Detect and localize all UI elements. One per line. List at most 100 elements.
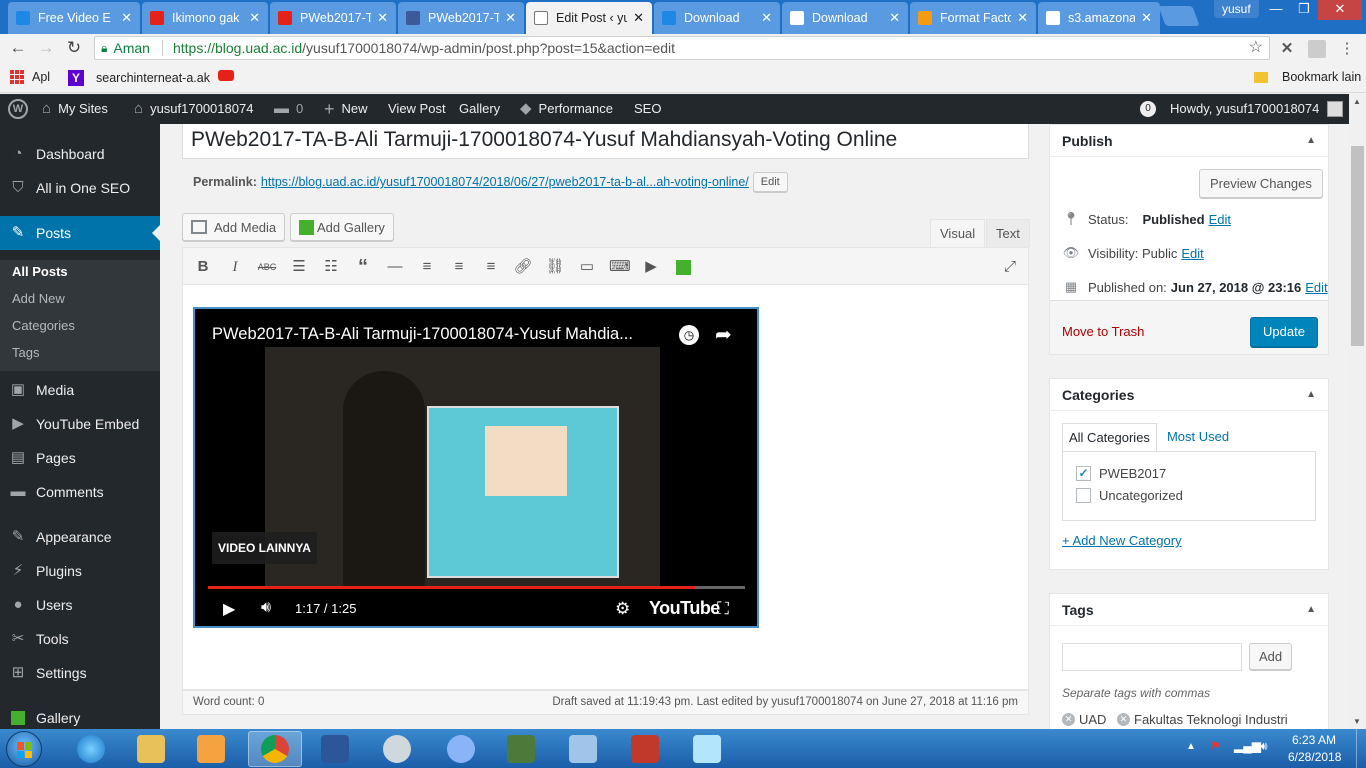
play-icon[interactable]: ▶ (223, 599, 235, 619)
strikethrough-icon[interactable]: ABC (257, 257, 277, 277)
taskbar-app[interactable] (680, 731, 734, 767)
taskbar-word[interactable] (308, 731, 362, 767)
scrollbar-thumb[interactable] (1351, 146, 1364, 346)
extension-icon[interactable] (1308, 40, 1326, 58)
forward-icon[interactable]: → (35, 37, 57, 59)
browser-tab[interactable]: Free Video E ✕ (8, 2, 140, 34)
browser-tab[interactable]: Format Facto ✕ (910, 2, 1036, 34)
video-fullscreen-icon[interactable]: ⛶ (717, 599, 729, 619)
gallery-plugin-icon[interactable] (673, 257, 693, 277)
permalink-link[interactable]: https://blog.uad.ac.id/yusuf1700018074/2… (261, 175, 749, 189)
minimize-icon[interactable]: — (1262, 0, 1290, 20)
link-icon[interactable]: 🔗︎ (513, 257, 533, 277)
browser-tab[interactable]: PWeb2017-T ✕ (398, 2, 524, 34)
categories-header[interactable]: Categories ▲ (1050, 379, 1328, 411)
extension-x-icon[interactable]: ✕ (1278, 40, 1296, 58)
bullet-list-icon[interactable]: ☰ (289, 257, 309, 277)
bookmark-youtube[interactable] (218, 70, 234, 81)
bold-icon[interactable]: B (193, 257, 213, 277)
permalink-edit-button[interactable]: Edit (752, 172, 788, 192)
align-center-icon[interactable]: ≡ (449, 257, 469, 277)
window-close-icon[interactable]: ✕ (1318, 0, 1362, 20)
taskbar-chrome[interactable] (248, 731, 302, 767)
site-name-menu[interactable]: ⌂ yusuf1700018074 (134, 94, 253, 124)
horizontal-line-icon[interactable]: — (385, 257, 405, 277)
comments-menu[interactable]: ▬ 0 (274, 94, 303, 124)
remove-tag-icon[interactable]: ✕ (1062, 713, 1075, 726)
checkbox[interactable] (1076, 488, 1091, 503)
gallery-menu[interactable]: Gallery (459, 94, 500, 124)
tab-close-icon[interactable]: ✕ (377, 10, 388, 26)
scroll-up-icon[interactable]: ▲ (1353, 97, 1361, 106)
window-user-badge[interactable]: yusuf (1214, 0, 1259, 18)
browser-tab[interactable]: s3.amazonaw ✕ (1038, 2, 1160, 34)
new-content-menu[interactable]: + New (324, 94, 368, 124)
taskbar-app[interactable] (494, 731, 548, 767)
sidebar-item-plugins[interactable]: ⚡︎ Plugins (0, 554, 160, 588)
sidebar-item-dashboard[interactable]: ◔ Dashboard (0, 137, 160, 171)
back-icon[interactable]: ← (7, 37, 29, 59)
sidebar-item-users[interactable]: ● Users (0, 588, 160, 622)
reload-icon[interactable]: ↻ (63, 37, 85, 59)
video-title[interactable]: PWeb2017-TA-B-Ali Tarmuji-1700018074-Yus… (212, 325, 633, 344)
taskbar-app[interactable] (434, 731, 488, 767)
tab-visual[interactable]: Visual (930, 219, 986, 247)
post-title-input[interactable]: PWeb2017-TA-B-Ali Tarmuji-1700018074-Yus… (182, 124, 1029, 159)
update-button[interactable]: Update (1250, 317, 1318, 347)
network-warning-icon[interactable]: ⚑ (1210, 739, 1221, 753)
sidebar-item-tools[interactable]: ✂︎ Tools (0, 622, 160, 656)
browser-tab[interactable]: Download ✕ (654, 2, 780, 34)
sidebar-item-comments[interactable]: ▬ Comments (0, 475, 160, 509)
show-desktop-button[interactable] (1356, 729, 1366, 768)
volume-icon[interactable]: 🔊︎ (1260, 739, 1268, 754)
bookmark-search[interactable]: Y searchinterneat-a.ak (68, 70, 210, 86)
tab-most-used[interactable]: Most Used (1161, 423, 1235, 452)
tab-close-icon[interactable]: ✕ (761, 10, 772, 26)
numbered-list-icon[interactable]: ☷ (321, 257, 341, 277)
tab-close-icon[interactable]: ✕ (1017, 10, 1028, 26)
category-item[interactable]: Uncategorized (1076, 488, 1183, 503)
submenu-all-posts[interactable]: All Posts (12, 264, 68, 279)
new-tab-button[interactable] (1158, 6, 1200, 26)
add-tag-button[interactable]: Add (1249, 643, 1293, 670)
tray-expand-icon[interactable]: ▲ (1186, 741, 1196, 752)
align-left-icon[interactable]: ≡ (417, 257, 437, 277)
taskbar-app[interactable] (618, 731, 672, 767)
read-more-icon[interactable]: ▭ (577, 257, 597, 277)
clock-date[interactable]: 6/28/2018 (1288, 750, 1341, 764)
browser-tab[interactable]: Download ✕ (782, 2, 908, 34)
category-item[interactable]: ✓ PWEB2017 (1076, 466, 1166, 481)
taskbar-ie[interactable] (64, 731, 118, 767)
tab-all-categories[interactable]: All Categories (1062, 423, 1157, 452)
preview-changes-button[interactable]: Preview Changes (1199, 169, 1323, 198)
taskbar-app[interactable] (370, 731, 424, 767)
start-button[interactable] (6, 731, 42, 767)
sidebar-item-appearance[interactable]: ✎ Appearance (0, 520, 160, 554)
browser-tab[interactable]: Ikimono gak ✕ (142, 2, 268, 34)
sidebar-item-youtube-embed[interactable]: ▶ YouTube Embed (0, 407, 160, 441)
view-post-link[interactable]: View Post (388, 94, 446, 124)
youtube-video-embed[interactable]: PWeb2017-TA-B-Ali Tarmuji-1700018074-Yus… (193, 307, 759, 628)
video-progress-bar[interactable] (208, 586, 745, 589)
bookmark-other[interactable]: Bookmark lain (1254, 70, 1361, 84)
sidebar-item-posts[interactable]: ✎ Posts (0, 216, 160, 250)
taskbar-app[interactable] (556, 731, 610, 767)
account-menu[interactable]: 0 Howdy, yusuf1700018074 (1140, 94, 1344, 124)
published-edit-link[interactable]: Edit (1305, 280, 1327, 295)
wp-logo[interactable]: W (8, 94, 28, 124)
submenu-categories[interactable]: Categories (12, 318, 75, 333)
tab-close-icon[interactable]: ✕ (889, 10, 900, 26)
collapse-icon[interactable]: ▲ (1306, 604, 1316, 615)
settings-gear-icon[interactable]: ⚙ (615, 599, 630, 619)
move-to-trash-link[interactable]: Move to Trash (1062, 324, 1144, 339)
sidebar-item-seo[interactable]: ⛉ All in One SEO (0, 171, 160, 205)
tag-input[interactable] (1062, 643, 1242, 671)
video-icon[interactable]: ▶ (641, 257, 661, 277)
share-icon[interactable]: ➦ (715, 322, 732, 347)
collapse-icon[interactable]: ▲ (1306, 389, 1316, 400)
signal-icon[interactable]: ▂▄▆ (1234, 739, 1261, 753)
seo-menu[interactable]: SEO (634, 94, 661, 124)
add-new-category-link[interactable]: + Add New Category (1062, 533, 1182, 548)
checkbox-checked[interactable]: ✓ (1076, 466, 1091, 481)
sidebar-item-media[interactable]: ▣ Media (0, 373, 160, 407)
